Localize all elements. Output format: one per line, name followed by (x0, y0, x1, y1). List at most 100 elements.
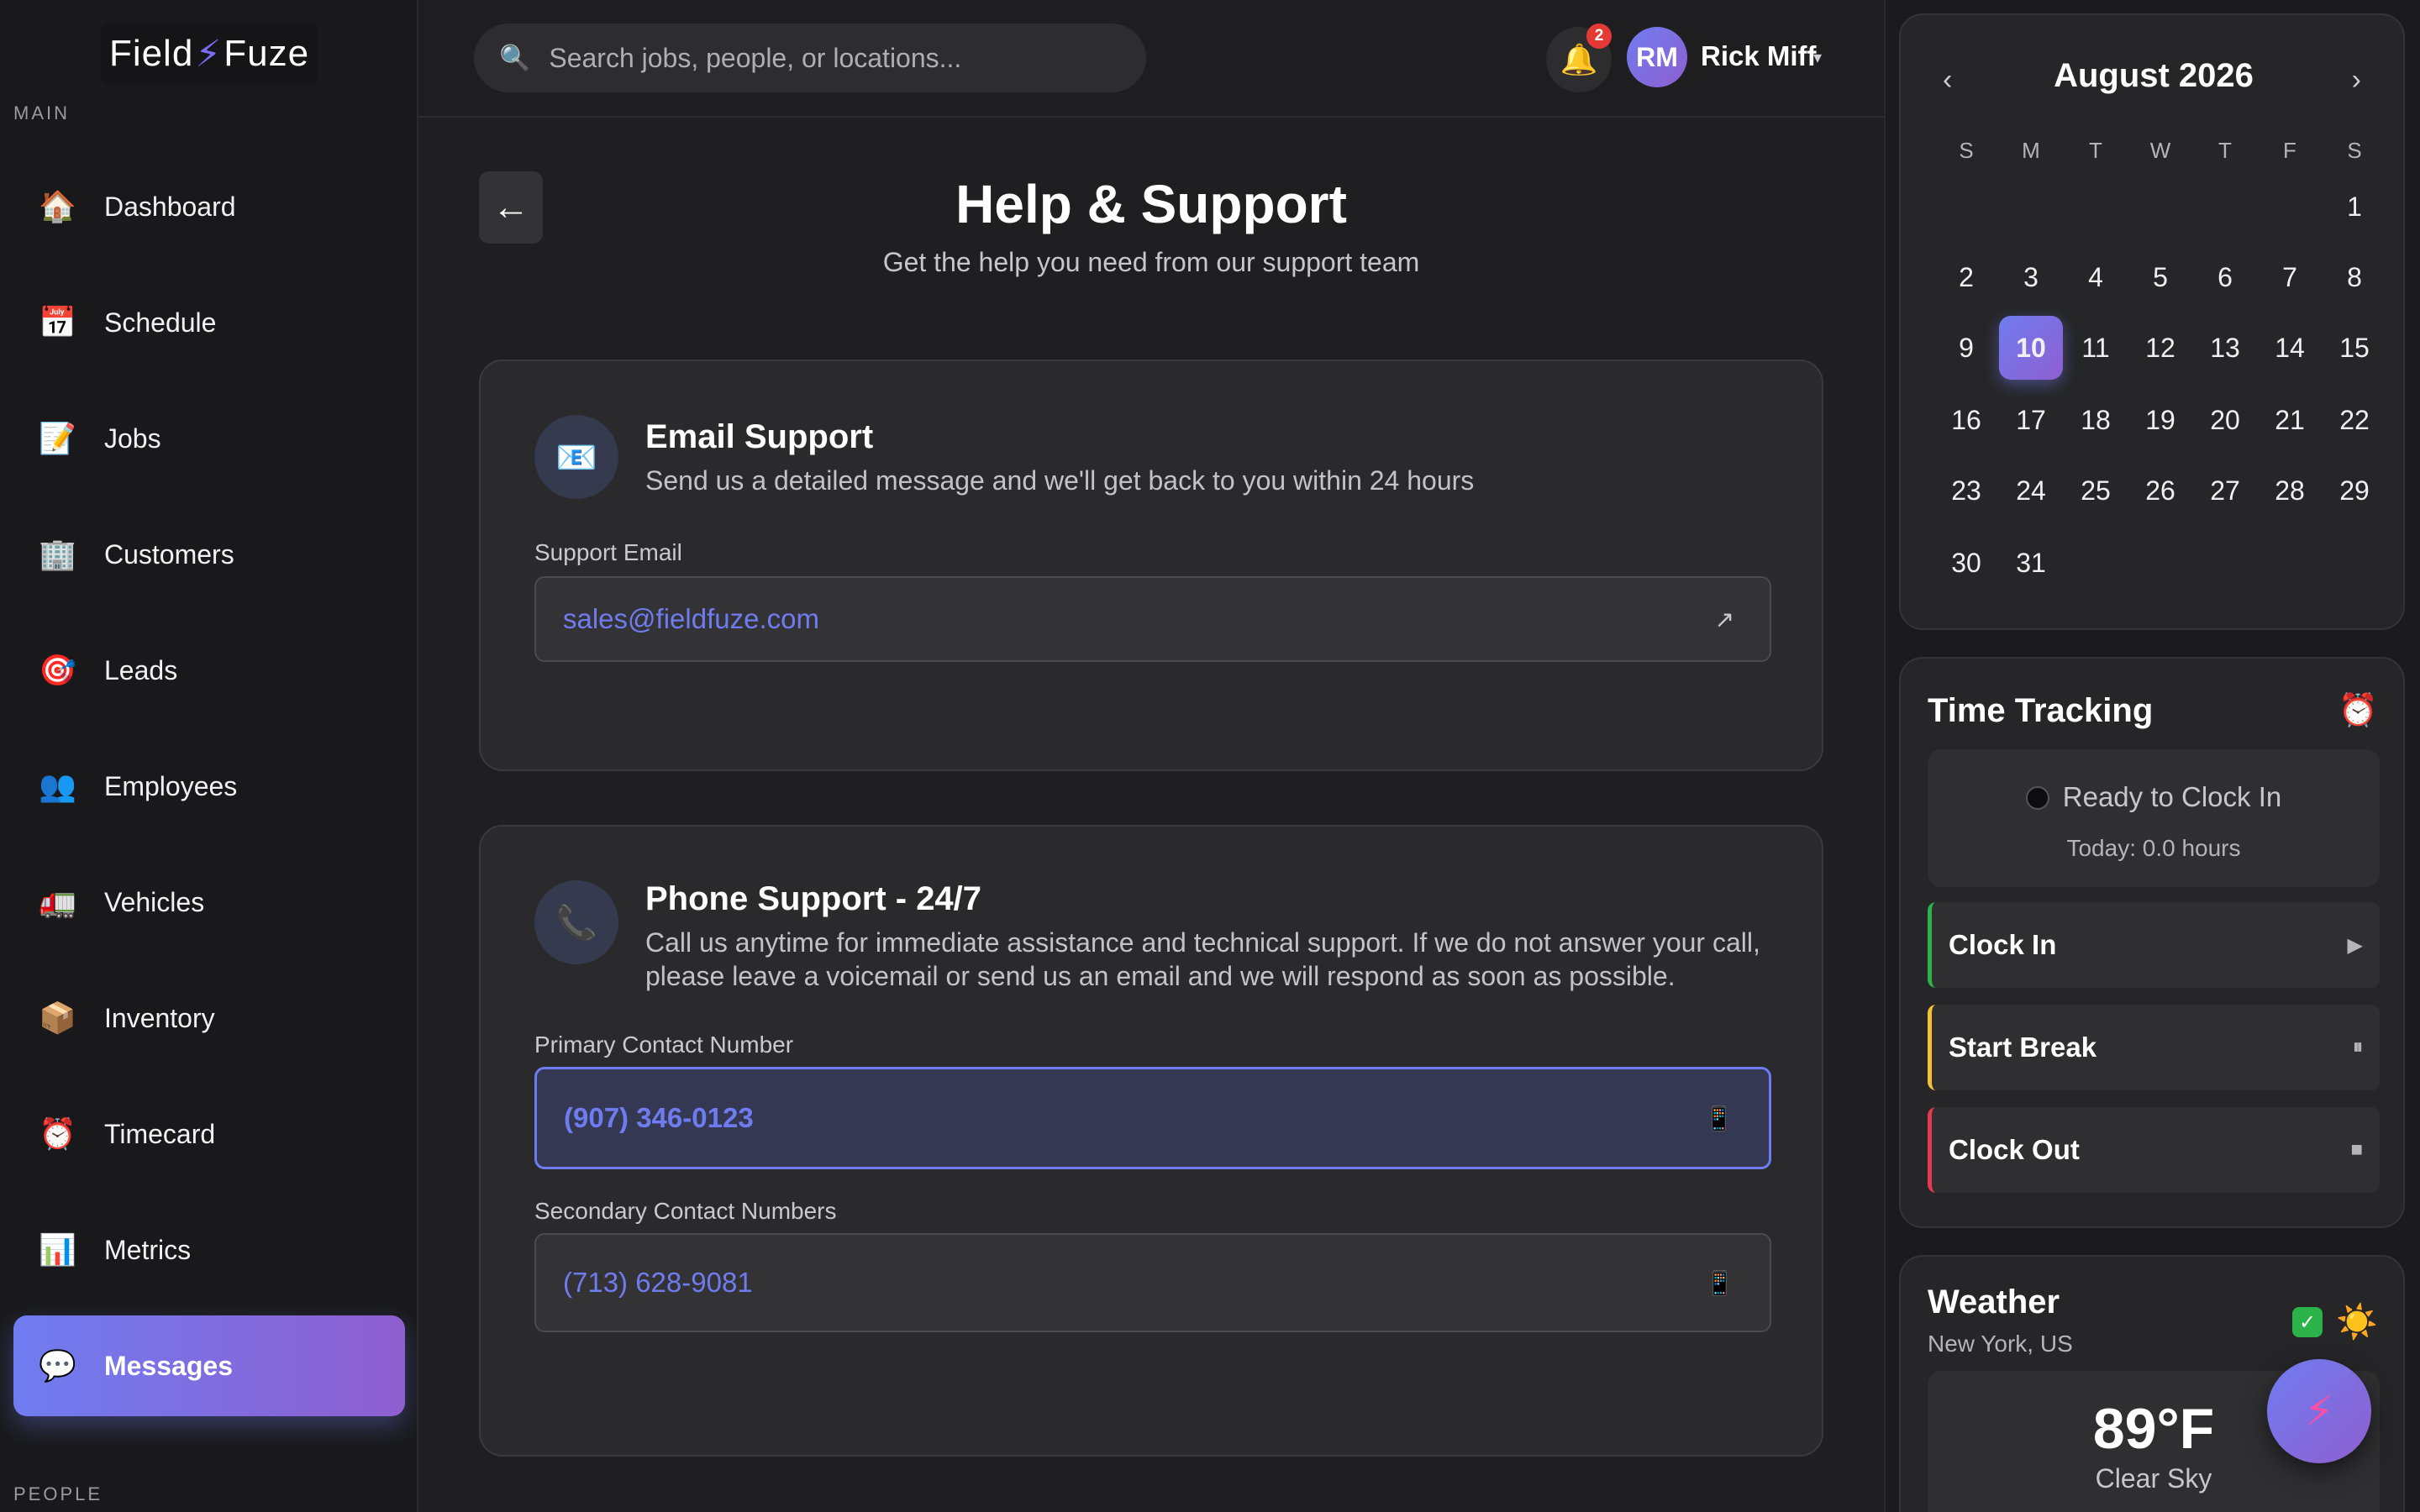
calendar-day[interactable]: 22 (2323, 388, 2386, 452)
sidebar-item-dashboard[interactable]: 🏠 Dashboard (13, 156, 405, 257)
weather-location: New York, US (1928, 1331, 2073, 1357)
page-title: Help & Support (955, 174, 1347, 234)
speech-bubble-icon: 💬 (39, 1348, 76, 1383)
calendar-day-today[interactable]: 10 (1999, 316, 2063, 380)
logo-text-right: Fuze (224, 33, 310, 74)
weekday-header: T (2218, 138, 2232, 163)
sidebar: Field ⚡ Fuze MAIN 🏠 Dashboard 📅 Schedule 📝 Jobs… (0, 0, 418, 1512)
phone-icon: 📞 (534, 880, 618, 964)
bar-chart-icon: 📊 (39, 1232, 76, 1267)
secondary-contact-number[interactable]: (713) 628-9081 (563, 1267, 753, 1299)
calendar-day[interactable]: 28 (2258, 459, 2322, 522)
calendar-day[interactable]: 12 (2128, 316, 2192, 380)
sidebar-item-schedule[interactable]: 📅 Schedule (13, 272, 405, 373)
sidebar-item-customers[interactable]: 🏢 Customers (13, 504, 405, 605)
calendar-day[interactable]: 15 (2323, 316, 2386, 380)
clock-status-panel: Ready to Clock In Today: 0.0 hours (1928, 749, 2380, 887)
section-label-people: PEOPLE (13, 1483, 103, 1504)
search-bar[interactable]: 🔍 (474, 24, 1146, 92)
sidebar-item-label: Customers (104, 538, 234, 570)
calendar-day[interactable]: 30 (1934, 531, 1998, 595)
calendar-day[interactable]: 20 (2193, 388, 2257, 452)
notifications-button[interactable]: 🔔 2 (1546, 24, 1612, 92)
search-input[interactable] (549, 42, 1121, 74)
mobile-phone-icon[interactable]: 📱 (1704, 1105, 1733, 1132)
external-link-icon[interactable]: ↗ (1715, 606, 1734, 633)
calendar-day[interactable]: 9 (1934, 316, 1998, 380)
sidebar-item-vehicles[interactable]: 🚛 Vehicles (13, 852, 405, 953)
today-hours: Today: 0.0 hours (2066, 835, 2241, 861)
support-email-link[interactable]: sales@fieldfuze.com (563, 603, 819, 635)
calendar-icon: 📅 (39, 305, 76, 339)
clock-status: Ready to Clock In (1928, 781, 2380, 813)
calendar-day[interactable]: 21 (2258, 388, 2322, 452)
sidebar-item-label: Timecard (104, 1118, 216, 1149)
calendar-day[interactable]: 6 (2193, 245, 2257, 309)
calendar-day[interactable]: 11 (2064, 316, 2128, 380)
calendar-day[interactable]: 18 (2064, 388, 2128, 452)
sun-icon: ☀️ (2336, 1304, 2378, 1341)
weather-title: Weather (1928, 1284, 2060, 1320)
lightning-bolt-icon: ⚡ (195, 33, 223, 75)
calendar-day[interactable]: 3 (1999, 245, 2063, 309)
primary-contact-number[interactable]: (907) 346-0123 (564, 1102, 754, 1134)
start-break-label: Start Break (1949, 1032, 2097, 1063)
people-icon: 👥 (39, 769, 76, 803)
clock-out-button[interactable]: Clock Out ■ (1928, 1107, 2380, 1193)
quick-action-button[interactable]: ⚡ (2267, 1359, 2371, 1463)
memo-icon: 📝 (39, 421, 76, 455)
calendar-day[interactable]: 2 (1934, 245, 1998, 309)
envelope-icon: 📧 (534, 415, 618, 499)
calendar-day[interactable]: 27 (2193, 459, 2257, 522)
calendar-day[interactable]: 23 (1934, 459, 1998, 522)
app-logo[interactable]: Field ⚡ Fuze (101, 24, 318, 84)
calendar-day[interactable]: 1 (2323, 175, 2386, 239)
user-avatar[interactable]: RM (1627, 27, 1687, 87)
secondary-contact-field[interactable]: (713) 628-9081 📱 (534, 1233, 1771, 1332)
calendar-day[interactable]: 19 (2128, 388, 2192, 452)
notification-count-badge: 2 (1586, 24, 1612, 49)
chevron-down-icon[interactable]: ▾ (1813, 47, 1822, 68)
support-email-field[interactable]: sales@fieldfuze.com ↗ (534, 576, 1771, 662)
clock-out-label: Clock Out (1949, 1134, 2080, 1165)
calendar-day[interactable]: 16 (1934, 388, 1998, 452)
time-tracking-title: Time Tracking (1928, 692, 2154, 729)
calendar-day[interactable]: 7 (2258, 245, 2322, 309)
calendar-day[interactable]: 13 (2193, 316, 2257, 380)
user-name[interactable]: Rick Miff (1701, 40, 1817, 72)
sidebar-item-inventory[interactable]: 📦 Inventory (13, 968, 405, 1068)
sidebar-item-timecard[interactable]: ⏰ Timecard (13, 1084, 405, 1184)
logo-text-left: Field (108, 33, 194, 74)
calendar-day[interactable]: 24 (1999, 459, 2063, 522)
clock-status-text: Ready to Clock In (2062, 781, 2282, 812)
sidebar-item-messages[interactable]: 💬 Messages (13, 1315, 405, 1416)
calendar-day[interactable]: 5 (2128, 245, 2192, 309)
clock-in-button[interactable]: Clock In ▶ (1928, 902, 2380, 988)
phone-support-title: Phone Support - 24/7 (645, 880, 982, 917)
calendar-day[interactable]: 4 (2064, 245, 2128, 309)
page-subtitle: Get the help you need from our support t… (882, 247, 1420, 277)
check-icon: ✓ (2292, 1307, 2323, 1337)
sidebar-item-employees[interactable]: 👥 Employees (13, 736, 405, 837)
calendar-day[interactable]: 17 (1999, 388, 2063, 452)
sidebar-item-metrics[interactable]: 📊 Metrics (13, 1200, 405, 1300)
chevron-right-icon[interactable]: › (2352, 64, 2361, 97)
start-break-button[interactable]: Start Break ⏸ (1928, 1005, 2380, 1090)
weekday-header: M (2022, 138, 2040, 163)
sidebar-item-jobs[interactable]: 📝 Jobs (13, 388, 405, 489)
calendar-day[interactable]: 14 (2258, 316, 2322, 380)
sidebar-nav: 🏠 Dashboard 📅 Schedule 📝 Jobs 🏢 Customers 🎯 Leads… (13, 156, 405, 1431)
calendar-day[interactable]: 25 (2064, 459, 2128, 522)
sidebar-item-leads[interactable]: 🎯 Leads (13, 620, 405, 721)
calendar-day[interactable]: 26 (2128, 459, 2192, 522)
email-support-description: Send us a detailed message and we'll get… (645, 465, 1475, 496)
mobile-phone-icon[interactable]: 📱 (1705, 1269, 1734, 1297)
play-icon: ▶ (2347, 933, 2363, 957)
primary-contact-field[interactable]: (907) 346-0123 📱 (534, 1067, 1771, 1169)
calendar-day[interactable]: 31 (1999, 531, 2063, 595)
weekday-header: F (2283, 138, 2296, 163)
weekday-header: W (2149, 138, 2171, 163)
calendar-day[interactable]: 29 (2323, 459, 2386, 522)
calendar-day[interactable]: 8 (2323, 245, 2386, 309)
weekday-header: T (2089, 138, 2102, 163)
